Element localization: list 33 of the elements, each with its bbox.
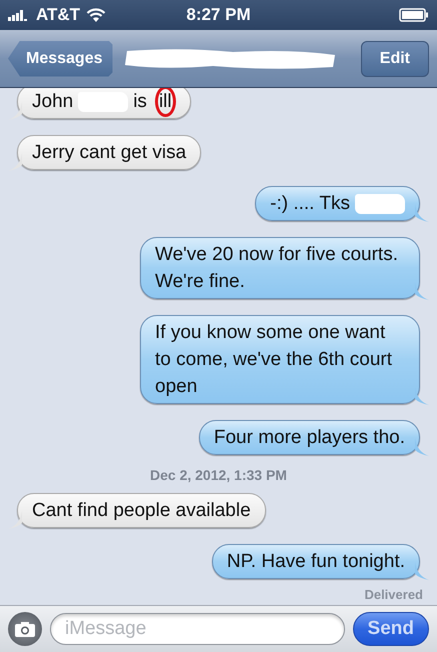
- message-text: -:) .... Tks: [270, 192, 350, 216]
- bubble-tail: [8, 153, 22, 171]
- bubble-tail: [8, 102, 22, 120]
- bubble-tail: [415, 438, 429, 456]
- bubble-tail: [415, 562, 429, 580]
- signal-icon: [8, 9, 30, 21]
- edit-button[interactable]: Edit: [360, 40, 429, 76]
- redaction-mark: [355, 194, 405, 214]
- message-text: Cant find people available: [32, 499, 251, 523]
- battery-icon: [398, 8, 429, 22]
- wifi-icon: [86, 8, 106, 22]
- send-button[interactable]: Send: [352, 612, 429, 646]
- message-text: Four more players tho.: [214, 426, 405, 450]
- camera-button[interactable]: [8, 612, 42, 646]
- redaction-mark: [78, 92, 128, 112]
- back-button[interactable]: Messages: [8, 40, 112, 76]
- carrier-name: AT&T: [36, 5, 80, 25]
- message-text: We've 20 now for five courts. We're fine.: [155, 243, 399, 294]
- bubble-tail: [415, 204, 429, 222]
- message-text: Jerry cant get visa: [32, 141, 186, 165]
- timestamp: Dec 2, 2012, 1:33 PM: [149, 467, 288, 483]
- message-text: is: [133, 90, 147, 114]
- status-time: 8:27 PM: [185, 5, 252, 25]
- bubble-tail: [415, 282, 429, 300]
- bubble-tail: [415, 387, 429, 405]
- message-text: NP. Have fun tonight.: [226, 550, 405, 574]
- bubble-tail: [8, 511, 22, 529]
- message-text: If you know some one want to come, we've the 6th court open: [155, 321, 394, 399]
- delivery-status: Delivered: [363, 587, 423, 602]
- message-text: ill: [158, 91, 172, 112]
- camera-icon: [14, 620, 36, 638]
- message-text: John: [32, 90, 74, 114]
- message-input[interactable]: iMessage: [50, 613, 345, 645]
